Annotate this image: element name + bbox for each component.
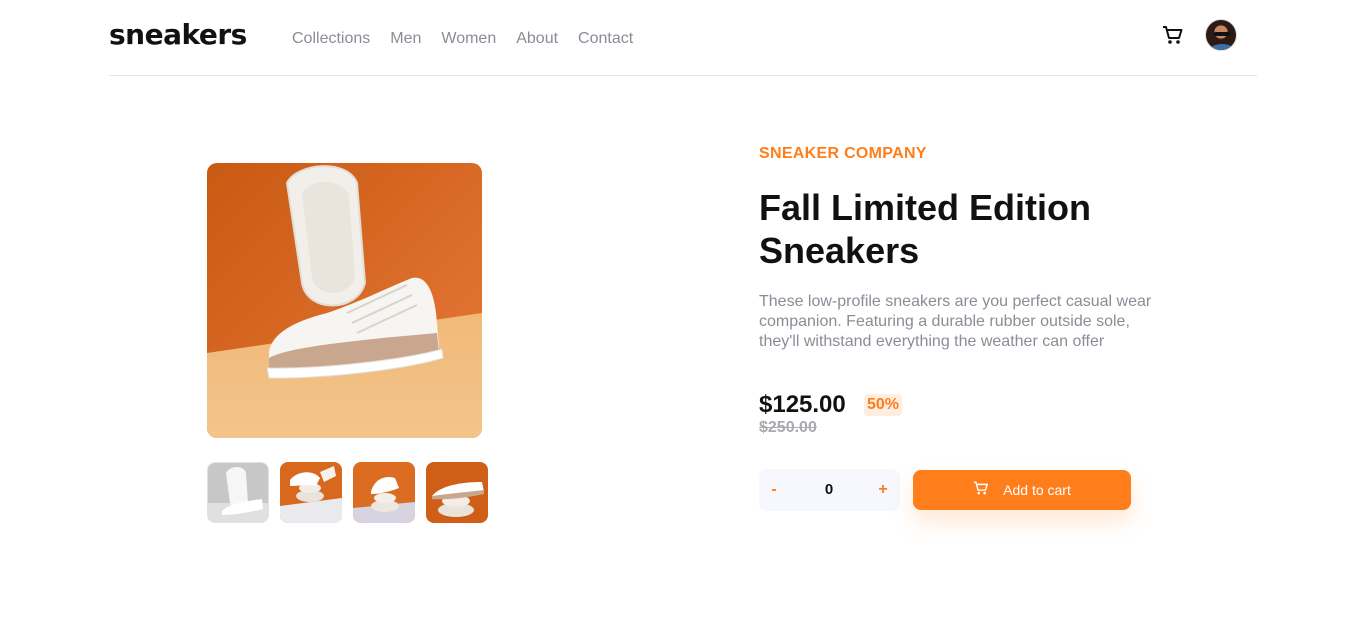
company-name: SNEAKER COMPANY xyxy=(759,145,927,162)
thumbnail-2[interactable] xyxy=(280,462,342,523)
thumbnail-1[interactable] xyxy=(207,462,269,523)
main-product-image[interactable] xyxy=(207,163,482,438)
thumbnail-3[interactable] xyxy=(353,462,415,523)
avatar[interactable] xyxy=(1205,19,1237,51)
nav-women[interactable]: Women xyxy=(441,30,496,48)
original-price: $250.00 xyxy=(759,419,817,436)
site-header: sneakers Collections Men Women About Con… xyxy=(109,0,1257,76)
add-to-cart-label: Add to cart xyxy=(1003,482,1071,498)
quantity-stepper: - 0 + xyxy=(759,469,900,511)
main-nav: Collections Men Women About Contact xyxy=(292,30,633,48)
nav-about[interactable]: About xyxy=(516,30,558,48)
product-title: Fall Limited Edition Sneakers xyxy=(759,187,1091,271)
cart-icon[interactable] xyxy=(1162,24,1184,46)
nav-men[interactable]: Men xyxy=(390,30,421,48)
cart-icon xyxy=(973,480,989,501)
logo[interactable]: sneakers xyxy=(109,18,247,51)
thumbnail-strip xyxy=(207,462,488,523)
avatar-shirt xyxy=(1210,44,1234,50)
discount-badge: 50% xyxy=(864,394,903,416)
product-description: These low-profile sneakers are you perfe… xyxy=(759,293,1152,350)
current-price: $125.00 xyxy=(759,391,846,418)
nav-collections[interactable]: Collections xyxy=(292,30,370,48)
thumbnail-4[interactable] xyxy=(426,462,488,523)
decrease-quantity-button[interactable]: - xyxy=(764,479,784,501)
nav-contact[interactable]: Contact xyxy=(578,30,633,48)
add-to-cart-button[interactable]: Add to cart xyxy=(913,470,1131,510)
increase-quantity-button[interactable]: + xyxy=(873,479,893,501)
quantity-value: 0 xyxy=(824,481,834,498)
avatar-glasses xyxy=(1214,32,1230,36)
